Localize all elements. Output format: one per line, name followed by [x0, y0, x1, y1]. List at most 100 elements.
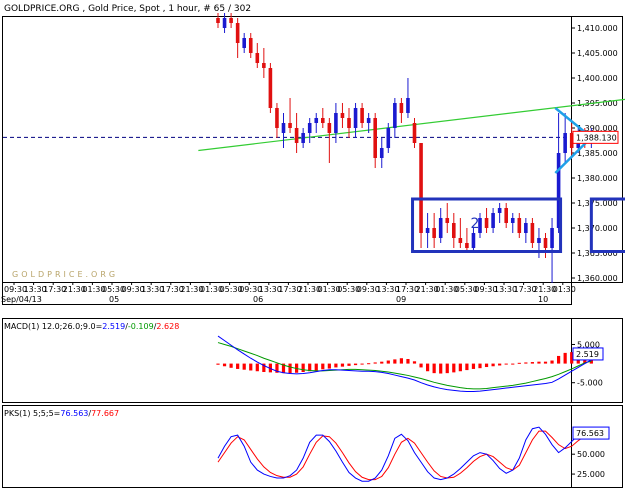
macd-histogram-bar	[419, 363, 423, 368]
macd-histogram-bar	[530, 362, 534, 364]
candle-body	[294, 128, 299, 143]
macd-histogram-bar	[327, 363, 331, 369]
candle-body	[497, 208, 502, 213]
price-tick-label: 1,410.000	[577, 24, 618, 33]
candle-body	[399, 103, 404, 113]
candle-body	[484, 218, 489, 228]
candle-body	[340, 113, 345, 118]
pks-legend: PKS(1) 5;5;5=76.563/77.667	[4, 409, 119, 418]
macd-histogram-bar	[550, 360, 554, 364]
macd-histogram-bar	[386, 360, 390, 364]
candle-body	[379, 148, 384, 158]
date-label: Sep/04/13	[1, 295, 42, 304]
candle-body	[327, 123, 332, 133]
price-tick-label: 1,400.000	[577, 74, 618, 83]
candle-body	[235, 23, 240, 43]
price-tick-label: 1,395.000	[577, 99, 618, 108]
candle-body	[425, 228, 430, 233]
candle-body	[248, 38, 253, 53]
date-label: 09	[396, 295, 406, 304]
date-label: 06	[253, 295, 263, 304]
macd-histogram-bar	[445, 363, 449, 374]
candle-body	[242, 38, 246, 48]
macd-histogram-bar	[380, 361, 384, 364]
macd-histogram-bar	[439, 363, 443, 374]
price-pane	[2, 16, 572, 283]
candle-body	[314, 118, 319, 123]
candle-body	[458, 238, 463, 243]
macd-histogram-bar	[340, 363, 345, 367]
macd-histogram-bar	[393, 359, 397, 364]
date-label: 05	[109, 295, 119, 304]
price-tick-label: 1,405.000	[577, 49, 618, 58]
time-tick-label: 01:30	[553, 285, 576, 294]
candle-body	[510, 218, 515, 223]
candle-body	[281, 123, 286, 133]
candle-body	[412, 123, 417, 143]
macd-histogram-bar	[301, 363, 305, 372]
candle-body	[275, 108, 279, 128]
candle-body	[517, 218, 522, 233]
candle-body	[301, 133, 305, 143]
candle-body	[465, 243, 469, 248]
macd-histogram-bar	[399, 358, 403, 364]
candle-body	[229, 18, 233, 23]
candle-body	[537, 238, 541, 243]
macd-histogram-bar	[471, 363, 476, 369]
date-label: 10	[538, 295, 548, 304]
pks-tick-label: 25.000	[577, 470, 605, 479]
candle-body	[222, 18, 227, 28]
candle-body	[563, 133, 567, 153]
candle-body	[262, 63, 266, 68]
macd-histogram-bar	[504, 363, 508, 365]
macd-histogram-bar	[314, 363, 318, 371]
pks-tick-label: 50.000	[577, 450, 605, 459]
macd-histogram-bar	[543, 361, 548, 364]
price-tick-label: 1,370.000	[577, 224, 618, 233]
candle-body	[360, 108, 364, 123]
pks-current-label: 76.563	[576, 429, 604, 438]
macd-histogram-bar	[426, 363, 430, 372]
chart-canvas: GOLDPRICE.ORG , Gold Price, Spot , 1 hou…	[1, 4, 625, 488]
macd-tick-label: -5.000	[577, 379, 603, 388]
candle-body	[393, 103, 397, 128]
macd-histogram-bar	[229, 363, 233, 368]
candle-body	[406, 98, 410, 113]
macd-histogram-bar	[432, 363, 436, 374]
candle-body	[307, 123, 312, 133]
candle-body	[366, 118, 371, 123]
macd-histogram-bar	[334, 363, 338, 368]
candle-body	[438, 218, 443, 238]
macd-histogram-bar	[249, 363, 253, 371]
candle-body	[268, 68, 273, 108]
candle-body	[255, 53, 260, 63]
macd-histogram-bar	[353, 363, 358, 366]
macd-current-label: 2.519	[576, 350, 599, 359]
macd-histogram-bar	[498, 363, 502, 366]
candle-body	[216, 18, 220, 23]
macd-histogram-bar	[484, 363, 489, 368]
macd-histogram-bar	[255, 363, 259, 372]
macd-histogram-bar	[452, 363, 456, 373]
candle-body	[288, 123, 292, 128]
price-tick-label: 1,380.000	[577, 174, 618, 183]
candle-body	[432, 228, 436, 238]
candle-body	[386, 128, 391, 148]
candle-body	[334, 113, 338, 133]
candle-body	[530, 223, 535, 243]
candle-body	[321, 118, 325, 123]
macd-histogram-bar	[517, 362, 521, 364]
box2-label: 2	[471, 216, 480, 232]
macd-histogram-bar	[557, 355, 561, 364]
watermark: GOLDPRICE.ORG	[12, 270, 118, 279]
macd-histogram-bar	[216, 363, 220, 365]
macd-histogram-bar	[491, 363, 495, 367]
macd-histogram-bar	[458, 363, 462, 372]
macd-histogram-bar	[367, 363, 371, 365]
price-tick-label: 1,360.000	[577, 274, 618, 283]
candle-body	[550, 228, 554, 248]
macd-histogram-bar	[465, 363, 469, 371]
chart-title: GOLDPRICE.ORG , Gold Price, Spot , 1 hou…	[4, 4, 251, 14]
candle-body	[353, 108, 358, 128]
macd-histogram-bar	[563, 352, 567, 364]
